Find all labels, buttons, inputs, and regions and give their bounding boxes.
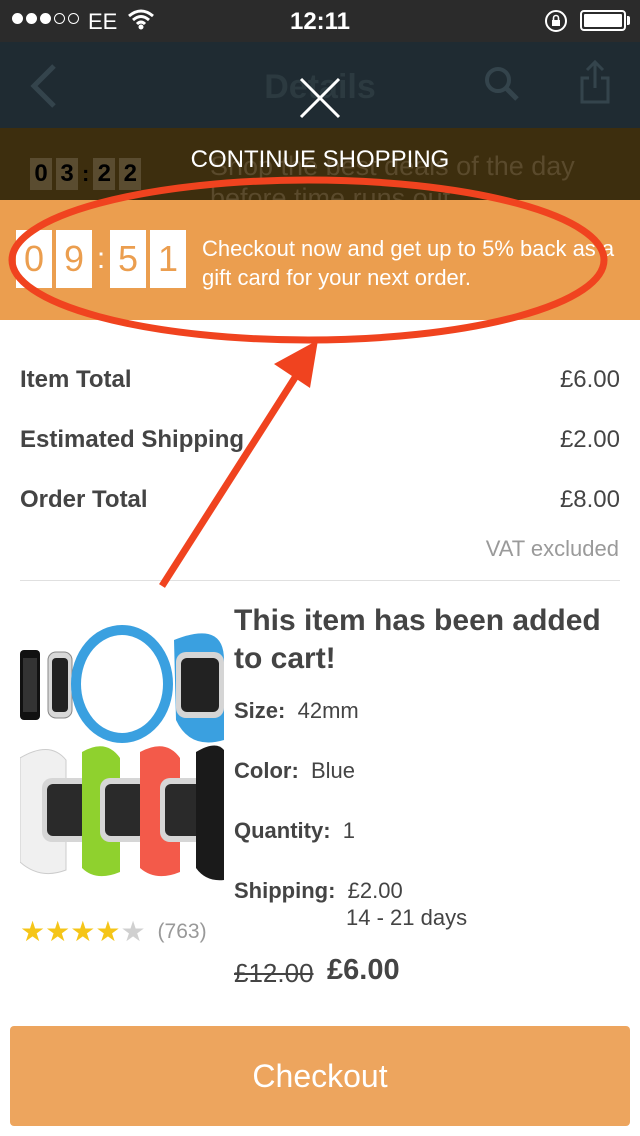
color-attribute: Color: Blue xyxy=(234,758,356,783)
status-bar: EE 12:11 xyxy=(0,0,640,42)
timer-digit: 0 xyxy=(16,230,52,288)
item-total-value: £6.00 xyxy=(559,366,620,393)
rotation-lock-icon xyxy=(545,10,567,32)
star-filled-icon: ★ xyxy=(20,916,46,947)
review-count: (763) xyxy=(157,920,207,943)
checkout-countdown-timer: 0 9 : 5 1 xyxy=(16,230,186,288)
star-empty-icon: ★ xyxy=(120,916,146,947)
annotation-arrow xyxy=(159,374,299,588)
divider xyxy=(20,580,620,581)
order-total-value: £8.00 xyxy=(559,486,620,513)
checkout-button[interactable]: Checkout xyxy=(10,1026,630,1126)
sale-price: £6.00 xyxy=(327,954,400,986)
size-attribute: Size: 42mm xyxy=(234,698,359,723)
shipping-row: Estimated Shipping £2.00 xyxy=(20,426,620,454)
product-rating: ★★★★★ (763) xyxy=(20,918,207,946)
shipping-days: 14 - 21 days xyxy=(346,905,468,930)
shipping-value: £2.00 xyxy=(559,426,620,453)
star-filled-icon: ★ xyxy=(45,916,71,947)
order-total-label: Order Total xyxy=(20,486,148,513)
product-image[interactable] xyxy=(20,600,224,900)
star-filled-icon: ★ xyxy=(70,916,96,947)
nav-bar: Details xyxy=(0,42,640,128)
share-icon[interactable] xyxy=(578,60,612,106)
timer-digit: 5 xyxy=(110,230,146,288)
promo-banner: 0 9 : 5 1 Checkout now and get up to 5% … xyxy=(0,200,640,320)
continue-shopping-button[interactable]: CONTINUE SHOPPING xyxy=(0,146,640,174)
order-total-row: Order Total £8.00 xyxy=(20,486,620,514)
close-icon[interactable] xyxy=(298,76,342,120)
vat-note: VAT excluded xyxy=(485,536,619,561)
timer-digit: 1 xyxy=(150,230,186,288)
item-total-row: Item Total £6.00 xyxy=(20,366,620,394)
original-price: £12.00 xyxy=(234,958,314,988)
star-filled-icon: ★ xyxy=(95,916,121,947)
item-total-label: Item Total xyxy=(20,366,132,393)
quantity-attribute: Quantity: 1 xyxy=(234,818,356,843)
battery-icon xyxy=(580,10,626,31)
search-icon[interactable] xyxy=(484,66,520,102)
shipping-attribute: Shipping: £2.00 xyxy=(234,878,403,903)
promo-text: Checkout now and get up to 5% back as a … xyxy=(202,236,615,290)
timer-digit: 9 xyxy=(56,230,92,288)
rating-stars: ★★★★★ xyxy=(20,918,146,946)
shipping-label: Estimated Shipping xyxy=(20,426,245,453)
added-to-cart-title: This item has been added to cart! xyxy=(234,604,601,675)
